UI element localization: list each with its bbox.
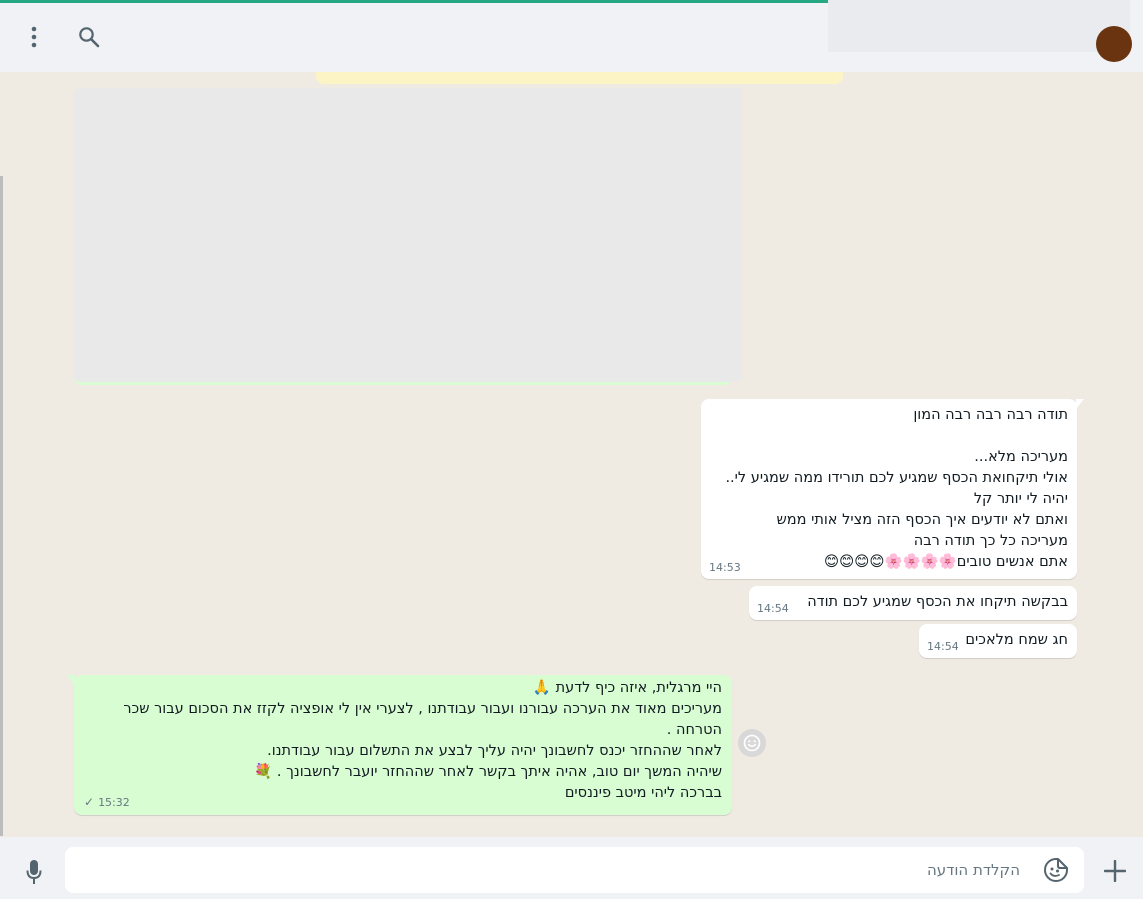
sent-check-icon: ✓ xyxy=(84,795,95,809)
media-placeholder[interactable] xyxy=(74,88,742,382)
message-input[interactable] xyxy=(65,847,1020,893)
message-text-line xyxy=(698,426,1068,447)
message-text-line: בברכה ליהי מיטב פיננסים xyxy=(564,785,722,801)
message-text-line: מעריכה כל כך תודה רבה xyxy=(913,533,1068,549)
header-accent-bar xyxy=(0,0,828,3)
search-icon[interactable] xyxy=(75,23,103,51)
message-timestamp: 14:53 xyxy=(709,561,741,574)
scrollbar[interactable] xyxy=(0,176,3,836)
message-text-line: תודה רבה רבה רבה המון xyxy=(913,407,1068,423)
message-text-line: בבקשה תיקחו את הכסף שמגיע לכם תודה xyxy=(807,594,1068,610)
media-message[interactable] xyxy=(74,88,742,385)
message-bubble-incoming[interactable]: בבקשה תיקחו את הכסף שמגיע לכם תודה 14:54 xyxy=(749,586,1077,620)
message-text-line: יהיה לי יותר קל xyxy=(973,491,1068,507)
smiley-icon xyxy=(743,734,761,752)
previous-message-edge xyxy=(316,72,843,84)
message-bubble-incoming[interactable]: חג שמח מלאכים 14:54 xyxy=(919,624,1077,658)
vertical-dots-icon[interactable] xyxy=(20,23,48,51)
message-text-line: אתם אנשים טובים🌸🌸🌸🌸😊😊😊😊 xyxy=(824,554,1068,570)
message-timestamp: 14:54 xyxy=(927,640,959,653)
avatar[interactable] xyxy=(1096,26,1132,62)
message-text-line: חג שמח מלאכים xyxy=(965,632,1068,648)
message-text-line: ואתם לא יודעים איך הכסף הזה מציל אותי ממ… xyxy=(776,512,1069,528)
message-text-line: מעריכה מלא... xyxy=(974,449,1068,465)
emoji-react-button[interactable] xyxy=(738,729,766,757)
bubble-tail xyxy=(1076,399,1084,409)
message-text-line: הטרחה . xyxy=(666,722,722,738)
composer-bar xyxy=(0,837,1143,899)
message-time-text: 15:32 xyxy=(98,796,130,809)
message-composer[interactable] xyxy=(65,847,1084,893)
microphone-icon[interactable] xyxy=(19,857,49,887)
message-bubble-outgoing[interactable]: היי מרגלית, איזה כיף לדעת 🙏 מעריכים מאוד… xyxy=(67,675,732,815)
contact-info-area[interactable] xyxy=(828,0,1130,52)
message-text-line: לאחר שההחזר יכנס לחשבונך יהיה עליך לבצע … xyxy=(267,743,722,759)
message-text-line: שיהיה המשך יום טוב, אהיה איתך בקשר לאחר … xyxy=(254,764,722,780)
chat-header xyxy=(0,0,1143,72)
message-bubble-incoming[interactable]: תודה רבה רבה רבה המון מעריכה מלא... אולי… xyxy=(698,399,1084,579)
message-list[interactable]: תודה רבה רבה רבה המון מעריכה מלא... אולי… xyxy=(0,72,1143,837)
message-text-line: אולי תיקחואת הכסף שמגיע לכם תורידו ממה ש… xyxy=(725,470,1068,486)
sticker-icon[interactable] xyxy=(1041,855,1071,885)
message-timestamp: ✓ 15:32 xyxy=(84,795,130,809)
message-text-line: היי מרגלית, איזה כיף לדעת 🙏 xyxy=(532,680,722,696)
plus-icon[interactable] xyxy=(1100,856,1130,886)
message-text-line: מעריכים מאוד את הערכה עבורנו ועבור עבודת… xyxy=(123,701,722,717)
message-timestamp: 14:54 xyxy=(757,602,789,615)
